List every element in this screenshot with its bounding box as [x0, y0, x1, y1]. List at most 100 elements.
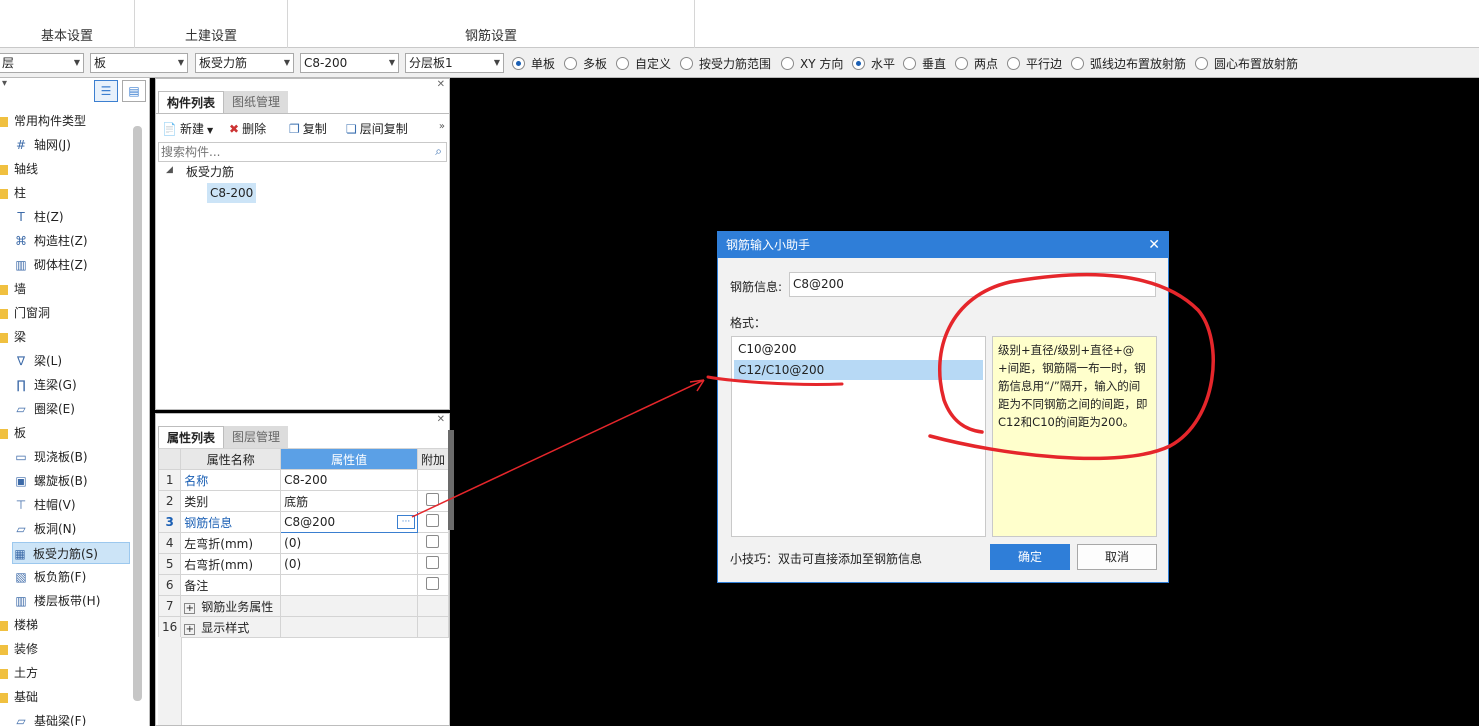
sidebar-item[interactable]: 基础 — [0, 686, 38, 708]
table-row[interactable]: 6 备注 — [157, 574, 450, 596]
sidebar-item[interactable]: ▱ 圈梁(E) — [14, 398, 75, 420]
expand-plus-icon[interactable]: + — [184, 623, 196, 635]
table-row[interactable]: 16 + 显示样式 — [157, 616, 450, 638]
tab-property-list[interactable]: 属性列表 — [158, 426, 225, 448]
ok-button[interactable]: 确定 — [990, 544, 1070, 570]
sidebar-item[interactable]: ∇ 梁(L) — [14, 350, 62, 372]
sidebar-item[interactable]: ⌘ 构造柱(Z) — [14, 230, 88, 252]
tree-item-selected[interactable]: C8-200 — [207, 183, 257, 203]
sidebar-item[interactable]: ▭ 现浇板(B) — [14, 446, 87, 468]
collapse-arrow-icon[interactable]: ▾ — [2, 78, 7, 89]
sidebar-item-label: 土方 — [14, 666, 39, 680]
sidebar-item[interactable]: 墙 — [0, 278, 26, 300]
delete-button[interactable]: ✖ 删除 — [229, 119, 266, 139]
sidebar-item[interactable]: 常用构件类型 — [0, 110, 86, 132]
radio-multi-slab[interactable]: 多板 — [564, 54, 607, 72]
search-icon[interactable]: ⌕ — [435, 144, 442, 159]
sidebar-item[interactable]: ∏ 连梁(G) — [14, 374, 76, 396]
more-chevron-icon[interactable]: » — [439, 121, 445, 132]
sidebar-item[interactable]: ▣ 螺旋板(B) — [14, 470, 87, 492]
property-value-cell[interactable]: C8@200 ··· — [280, 511, 418, 533]
component-combo[interactable]: C8-200 ▼ — [300, 53, 399, 73]
sidebar-item[interactable]: # 轴网(J) — [14, 134, 71, 156]
tab-layer-manage[interactable]: 图层管理 — [224, 426, 289, 448]
layer-combo[interactable]: 分层板1 ▼ — [405, 53, 504, 73]
tree-root[interactable]: 板受力筋 — [186, 163, 234, 180]
sidebar-item[interactable]: 轴线 — [0, 158, 38, 180]
floor-combo[interactable]: 层 ▼ — [0, 53, 84, 73]
table-row[interactable]: 4 左弯折(mm) (0) — [157, 532, 450, 554]
scrollbar-thumb[interactable] — [133, 126, 142, 701]
property-value-cell[interactable]: C8-200 — [280, 469, 418, 491]
property-value-cell[interactable] — [280, 595, 418, 617]
grid-view-icon[interactable]: ▤ — [122, 80, 146, 102]
extra-checkbox[interactable] — [426, 493, 440, 506]
ellipsis-button[interactable]: ··· — [396, 515, 415, 529]
copy-button[interactable]: ❐ 复制 — [289, 119, 327, 139]
type-combo[interactable]: 板受力筋 ▼ — [195, 53, 294, 73]
extra-checkbox[interactable] — [426, 577, 440, 590]
sidebar-item[interactable]: ▧ 板负筋(F) — [14, 566, 86, 588]
table-row[interactable]: 2 类别 底筋 — [157, 490, 450, 512]
sidebar-item[interactable]: 梁 — [0, 326, 26, 348]
radio-custom[interactable]: 自定义 — [616, 54, 671, 72]
sidebar-item[interactable]: 土方 — [0, 662, 38, 684]
radio-arc-radial[interactable]: 弧线边布置放射筋 — [1071, 54, 1186, 72]
property-value-cell[interactable] — [280, 574, 418, 596]
expand-plus-icon[interactable]: + — [184, 602, 196, 614]
format-item-selected[interactable]: C12/C10@200 — [734, 360, 983, 380]
sidebar-item[interactable]: ▦ 板受力筋(S) — [12, 542, 130, 564]
floor-copy-button[interactable]: ❏ 层间复制 — [346, 119, 408, 139]
radio-two-points[interactable]: 两点 — [955, 54, 998, 72]
radio-horizontal[interactable]: 水平 — [852, 54, 895, 72]
sidebar-item[interactable]: 楼梯 — [0, 614, 38, 636]
sidebar-item[interactable]: 装修 — [0, 638, 38, 660]
ribbon-group-rebar[interactable]: 钢筋设置 — [288, 0, 695, 48]
close-icon[interactable]: ✕ — [1148, 232, 1160, 258]
table-row[interactable]: 7 + 钢筋业务属性 — [157, 595, 450, 617]
extra-checkbox[interactable] — [426, 556, 440, 569]
search-box[interactable]: ⌕ — [158, 142, 447, 162]
format-item[interactable]: C10@200 — [734, 339, 983, 359]
component-type-icon: ▦ — [14, 547, 26, 561]
extra-checkbox[interactable] — [426, 514, 440, 527]
close-icon[interactable]: ✕ — [437, 414, 445, 425]
category-combo[interactable]: 板 ▼ — [90, 53, 188, 73]
tab-drawing-manage[interactable]: 图纸管理 — [224, 91, 289, 113]
property-value-cell[interactable] — [280, 616, 418, 638]
extra-checkbox[interactable] — [426, 535, 440, 548]
radio-parallel-edge[interactable]: 平行边 — [1007, 54, 1062, 72]
sidebar-item[interactable]: 板 — [0, 422, 26, 444]
property-value-cell[interactable]: (0) — [280, 532, 418, 554]
sidebar-item[interactable]: 门窗洞 — [0, 302, 50, 324]
radio-by-range[interactable]: 按受力筋范围 — [680, 54, 771, 72]
radio-single-slab[interactable]: 单板 — [512, 54, 555, 72]
list-view-icon[interactable]: ☰ — [94, 80, 118, 102]
table-row[interactable]: 1 名称 C8-200 — [157, 469, 450, 491]
search-input[interactable] — [159, 143, 419, 161]
rebar-info-input[interactable]: C8@200 — [789, 272, 1156, 297]
tab-component-list[interactable]: 构件列表 — [158, 91, 225, 113]
radio-xy-direction[interactable]: XY 方向 — [781, 54, 843, 72]
radio-vertical[interactable]: 垂直 — [903, 54, 946, 72]
table-row[interactable]: 3 钢筋信息 C8@200 ··· — [157, 511, 450, 533]
ribbon-group-civil[interactable]: 土建设置 — [135, 0, 288, 48]
property-value-cell[interactable]: 底筋 — [280, 490, 418, 512]
radio-center-radial[interactable]: 圆心布置放射筋 — [1195, 54, 1298, 72]
sidebar-item[interactable]: 柱 — [0, 182, 26, 204]
ribbon-group-basic[interactable]: 基本设置 — [0, 0, 135, 48]
splitter-handle[interactable] — [448, 430, 454, 530]
table-row[interactable]: 5 右弯折(mm) (0) — [157, 553, 450, 575]
sidebar-item[interactable]: ▥ 砌体柱(Z) — [14, 254, 87, 276]
sidebar-item[interactable]: ⊤ 柱帽(V) — [14, 494, 76, 516]
sidebar-item[interactable]: ▱ 基础梁(F) — [14, 710, 86, 726]
cancel-button[interactable]: 取消 — [1077, 544, 1157, 570]
new-button[interactable]: 📄 新建 ▼ — [162, 119, 213, 139]
close-icon[interactable]: ✕ — [437, 79, 445, 90]
sidebar-item[interactable]: ▱ 板洞(N) — [14, 518, 76, 540]
tree-expand-icon[interactable]: ◢ — [166, 165, 173, 175]
format-list[interactable]: C10@200 C12/C10@200 — [731, 336, 986, 537]
property-value-cell[interactable]: (0) — [280, 553, 418, 575]
sidebar-item[interactable]: ▥ 楼层板带(H) — [14, 590, 100, 612]
sidebar-item[interactable]: T 柱(Z) — [14, 206, 63, 228]
